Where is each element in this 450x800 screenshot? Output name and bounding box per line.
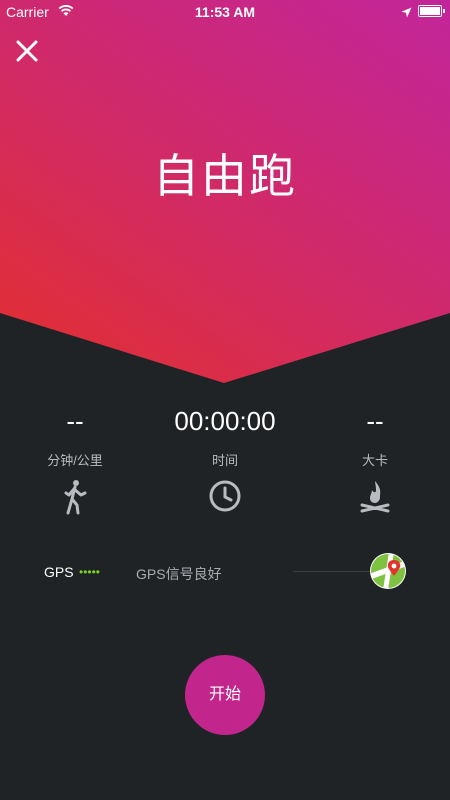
close-icon xyxy=(16,40,38,62)
pace-label: 分钟/公里 xyxy=(47,453,103,468)
status-time: 11:53 AM xyxy=(194,4,256,20)
gps-label: GPS xyxy=(44,564,74,580)
map-pin-icon xyxy=(370,553,406,589)
walking-person-icon xyxy=(0,479,150,515)
clock-icon xyxy=(150,479,300,515)
pace-value: -- xyxy=(66,406,84,436)
calorie-label: 大卡 xyxy=(361,453,388,468)
time-stat: 00:00:00 时间 xyxy=(150,404,300,515)
calorie-value: -- xyxy=(366,406,384,436)
stats-panel: -- 分钟/公里 00:00:00 时间 -- 大卡 xyxy=(0,404,450,524)
pace-stat: -- 分钟/公里 xyxy=(0,404,150,515)
gps-signal-dots: ••••• xyxy=(79,565,101,579)
location-arrow-icon xyxy=(401,5,412,21)
page-title: 自由跑 xyxy=(153,150,297,202)
start-button[interactable]: 开始 xyxy=(185,655,265,735)
calorie-stat: -- 大卡 xyxy=(300,404,450,515)
time-value: 00:00:00 xyxy=(174,406,276,436)
status-bar: Carrier 11:53 AM xyxy=(0,0,450,24)
battery-icon xyxy=(418,5,445,17)
map-button[interactable] xyxy=(369,552,407,590)
gps-status-row: GPS ••••• GPS信号良好 xyxy=(0,552,450,592)
time-label: 时间 xyxy=(211,453,238,468)
gps-status-text: GPS信号良好 xyxy=(136,566,222,582)
divider-line xyxy=(293,571,379,572)
close-button[interactable] xyxy=(12,36,44,68)
campfire-icon xyxy=(300,479,450,515)
